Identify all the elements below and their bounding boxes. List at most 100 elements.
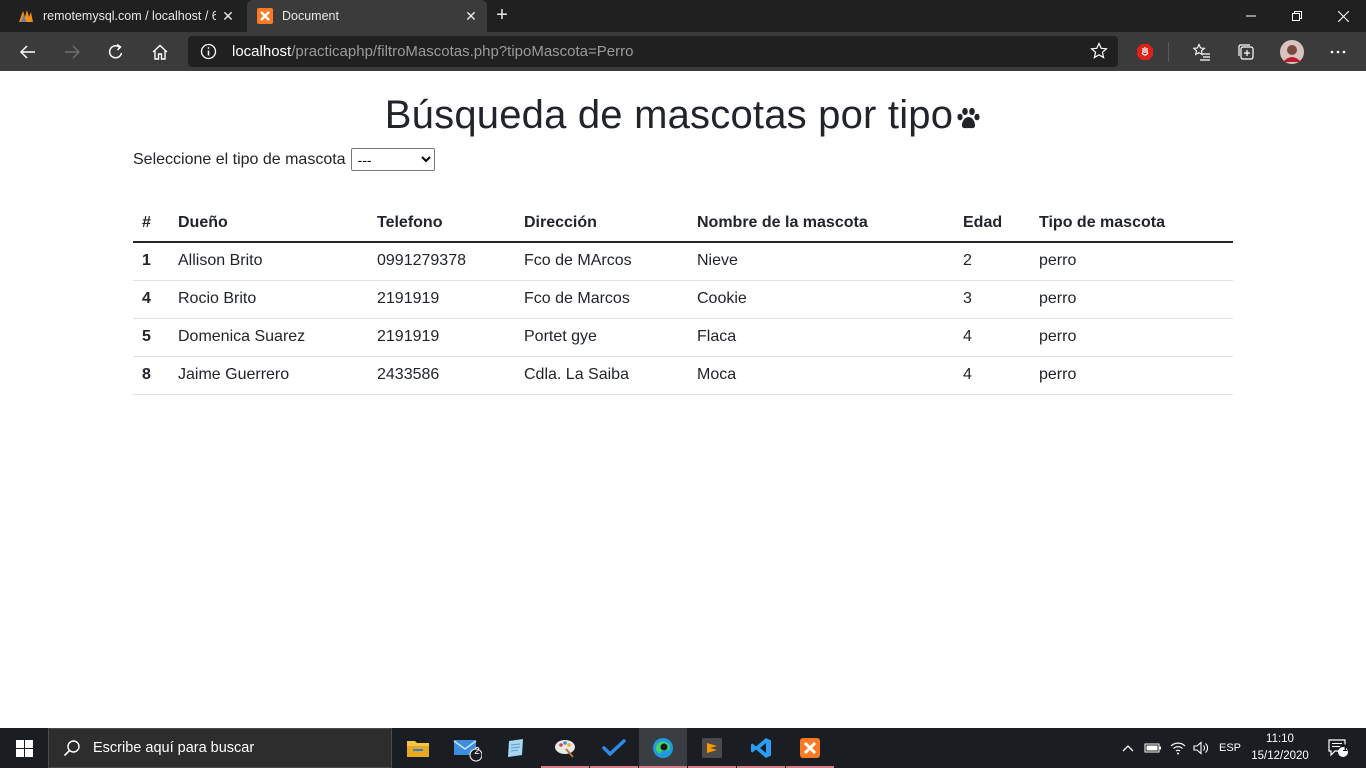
cell-phone: 2433586 — [368, 356, 515, 395]
cell-id: 5 — [133, 318, 169, 357]
home-icon — [152, 44, 168, 60]
battery-icon — [1144, 743, 1161, 753]
pets-table: # Dueño Telefono Dirección Nombre de la … — [133, 204, 1233, 395]
wifi-icon — [1170, 742, 1186, 755]
wifi-button[interactable] — [1167, 728, 1189, 768]
tab-document[interactable]: Document ✕ — [247, 0, 487, 32]
clock-time: 11:10 — [1266, 733, 1294, 745]
favorites-list-icon — [1193, 43, 1210, 61]
close-window-button[interactable] — [1320, 0, 1366, 32]
speaker-icon — [1193, 741, 1208, 755]
notes-app-button[interactable] — [492, 728, 540, 768]
extension-button[interactable] — [1129, 36, 1161, 68]
column-header-address: Dirección — [515, 204, 688, 243]
volume-button[interactable] — [1190, 728, 1212, 768]
table-row: 4 Rocio Brito 2191919 Fco de Marcos Cook… — [133, 280, 1233, 319]
sublime-icon — [702, 738, 722, 758]
tab-close-icon[interactable]: ✕ — [459, 4, 483, 28]
cell-owner: Rocio Brito — [169, 280, 368, 319]
paint-app-button[interactable] — [541, 728, 589, 768]
cell-id: 8 — [133, 356, 169, 395]
filter-label: Seleccione el tipo de mascota — [133, 150, 346, 168]
mail-badge: 2 — [474, 746, 480, 757]
adblock-icon — [1137, 44, 1153, 60]
cell-address: Fco de Marcos — [515, 280, 688, 319]
cell-phone: 2191919 — [368, 280, 515, 319]
column-header-pet-name: Nombre de la mascota — [688, 204, 954, 243]
restore-button[interactable] — [1274, 0, 1320, 32]
input-language-button[interactable]: ESP — [1214, 728, 1246, 768]
cell-address: Portet gye — [515, 318, 688, 357]
todo-app-button[interactable] — [590, 728, 638, 768]
new-tab-button[interactable]: + — [490, 4, 514, 28]
cell-pet-type: perro — [1030, 318, 1233, 357]
cell-pet-type: perro — [1030, 356, 1233, 395]
vscode-button[interactable] — [737, 728, 785, 768]
cell-pet-name: Nieve — [688, 242, 954, 281]
cell-pet-type: perro — [1030, 280, 1233, 319]
address-bar[interactable]: localhost/practicaphp/filtroMascotas.php… — [188, 36, 1118, 67]
battery-button[interactable] — [1142, 728, 1164, 768]
windows-taskbar: Escribe aquí para buscar 2 ESP 11:10 15/… — [0, 728, 1366, 768]
cell-pet-name: Flaca — [688, 318, 954, 357]
page-title: Búsqueda de mascotas por tipo — [384, 93, 954, 137]
back-button[interactable] — [12, 36, 44, 68]
cell-owner: Domenica Suarez — [169, 318, 368, 357]
cell-pet-name: Moca — [688, 356, 954, 395]
vscode-icon — [751, 738, 771, 758]
cell-age: 4 — [954, 318, 1030, 357]
column-header-age: Edad — [954, 204, 1030, 243]
minimize-icon — [1246, 15, 1256, 17]
collections-button[interactable] — [1230, 36, 1262, 68]
restore-icon — [1292, 11, 1302, 21]
profile-button[interactable] — [1276, 36, 1308, 68]
search-placeholder: Escribe aquí para buscar — [93, 740, 255, 756]
phpmyadmin-icon — [19, 10, 33, 22]
info-icon[interactable] — [200, 43, 217, 60]
favorites-button[interactable] — [1186, 36, 1218, 68]
cell-id: 1 — [133, 242, 169, 281]
favorite-star-icon[interactable] — [1090, 42, 1108, 60]
taskbar-clock[interactable]: 11:10 15/12/2020 — [1244, 731, 1316, 765]
search-icon — [63, 740, 80, 757]
tab-title: Document — [282, 9, 339, 23]
table-row: 5 Domenica Suarez 2191919 Portet gye Fla… — [133, 318, 1233, 357]
collections-icon — [1238, 44, 1254, 60]
taskbar-search[interactable]: Escribe aquí para buscar — [48, 728, 392, 768]
pet-type-select[interactable]: --- — [350, 148, 435, 171]
file-explorer-button[interactable] — [394, 728, 442, 768]
edge-browser-button[interactable] — [639, 728, 687, 768]
column-header-owner: Dueño — [169, 204, 368, 243]
notepad-icon — [508, 739, 523, 757]
action-center-button[interactable]: 1 — [1320, 728, 1356, 768]
cell-age: 3 — [954, 280, 1030, 319]
clock-date: 15/12/2020 — [1251, 750, 1309, 762]
minimize-button[interactable] — [1228, 0, 1274, 32]
home-button[interactable] — [144, 36, 176, 68]
table-header-row: # Dueño Telefono Dirección Nombre de la … — [133, 204, 1233, 243]
folder-icon — [407, 741, 429, 757]
tab-remotemysql[interactable]: remotemysql.com / localhost / 6 ✕ — [8, 0, 244, 32]
forward-button[interactable] — [56, 36, 88, 68]
mail-button[interactable]: 2 — [443, 728, 491, 768]
cell-age: 2 — [954, 242, 1030, 281]
browser-tab-bar: remotemysql.com / localhost / 6 ✕ Docume… — [0, 0, 1366, 32]
show-hidden-icons-button[interactable] — [1118, 728, 1138, 768]
tab-title: remotemysql.com / localhost / 6 — [43, 9, 216, 23]
start-button[interactable] — [0, 728, 48, 768]
url-path: /practicaphp/filtroMascotas.php?tipoMasc… — [291, 43, 634, 60]
settings-menu-button[interactable] — [1322, 36, 1354, 68]
column-header-pet-type: Tipo de mascota — [1030, 204, 1233, 243]
cell-pet-name: Cookie — [688, 280, 954, 319]
paw-icon — [957, 107, 980, 129]
xampp-button[interactable] — [786, 728, 834, 768]
sublime-text-button[interactable] — [688, 728, 736, 768]
tab-close-icon[interactable]: ✕ — [216, 4, 240, 28]
cell-pet-type: perro — [1030, 242, 1233, 281]
cell-owner: Allison Brito — [169, 242, 368, 281]
table-row: 1 Allison Brito 0991279378 Fco de MArcos… — [133, 242, 1233, 281]
url-host: localhost — [232, 43, 292, 60]
arrow-right-icon — [65, 45, 81, 59]
refresh-button[interactable] — [100, 36, 132, 68]
checkmark-icon — [602, 739, 626, 757]
